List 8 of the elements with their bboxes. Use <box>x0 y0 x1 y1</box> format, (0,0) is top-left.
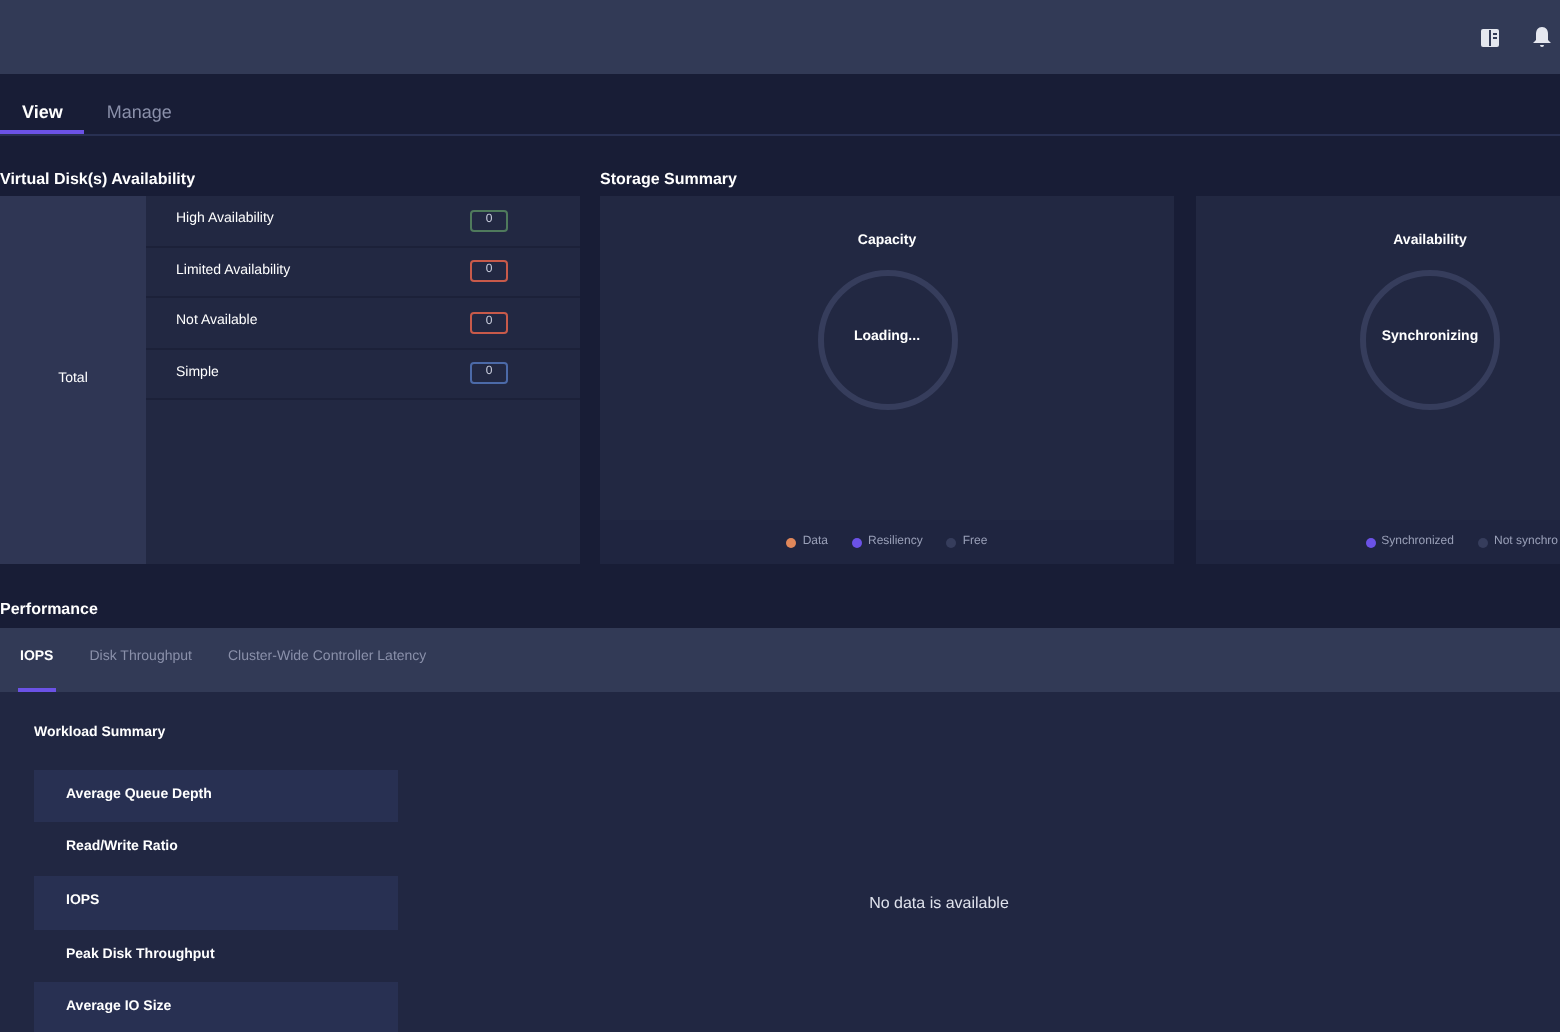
tab[interactable]: Manage <box>84 98 194 134</box>
empty-message: No data is available <box>869 891 1009 916</box>
book-icon[interactable] <box>1480 27 1500 47</box>
section-title: Storage Summary <box>600 168 739 192</box>
section-title: Virtual Disk(s) Availability <box>0 168 198 192</box>
bell-icon[interactable] <box>1532 26 1552 48</box>
section-title: Performance <box>0 598 100 622</box>
tab[interactable]: View <box>0 98 85 134</box>
